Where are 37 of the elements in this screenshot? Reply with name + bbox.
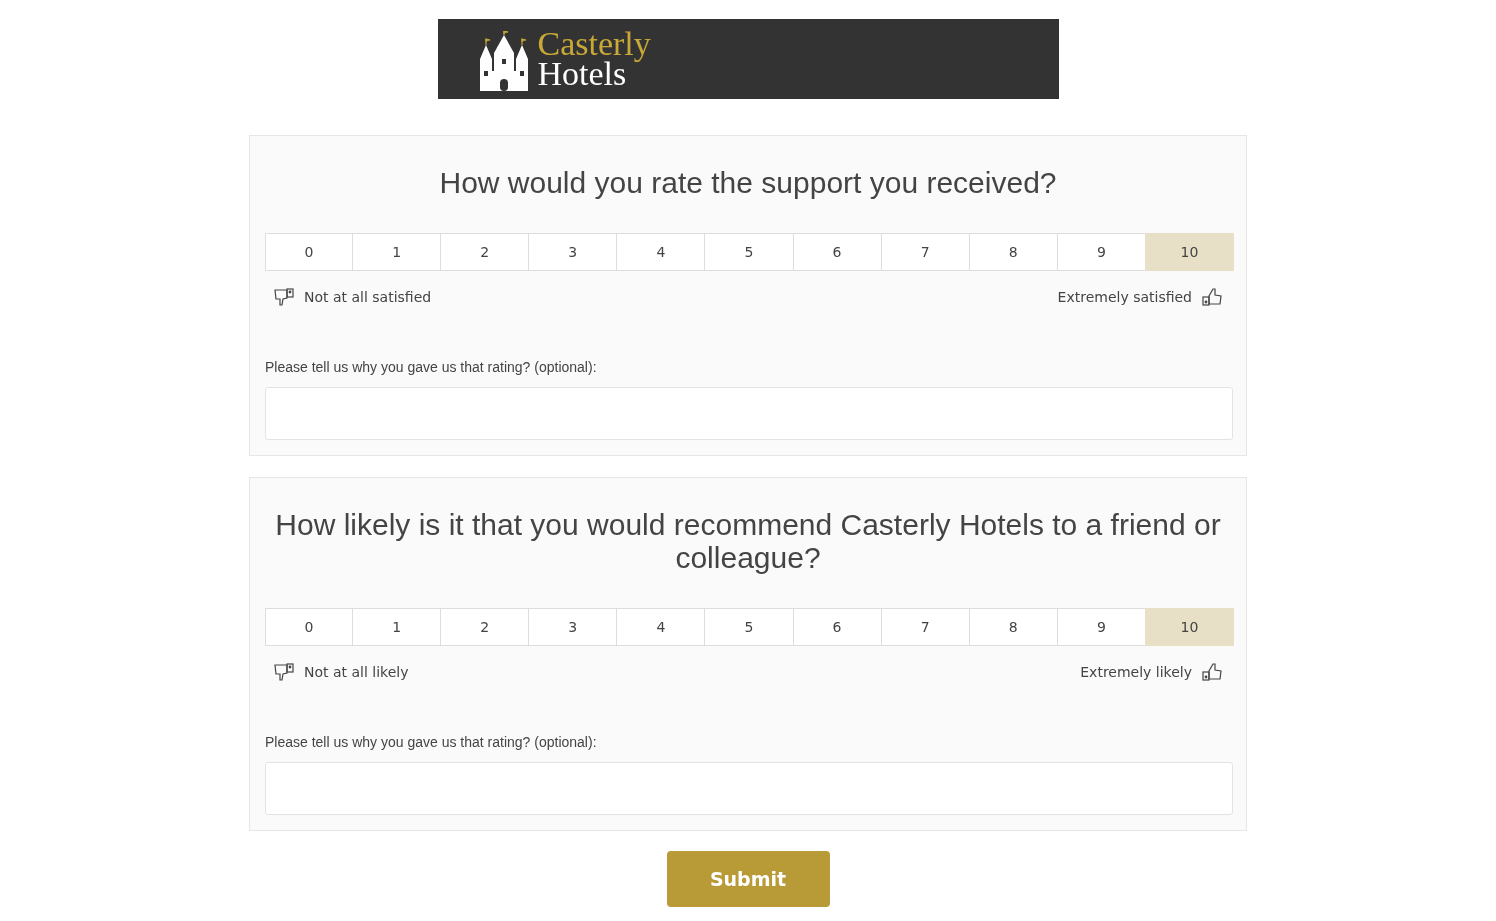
question-title: How likely is it that you would recommend Casterly Hotels to a friend or colleague? [274, 508, 1222, 574]
rating-option[interactable]: 0 [265, 233, 354, 271]
rating-option[interactable]: 9 [1056, 608, 1146, 646]
thumbs-down-icon [273, 662, 295, 682]
rating-option[interactable]: 10 [1144, 608, 1234, 646]
thumbs-up-icon [1201, 662, 1223, 682]
scale-high-label: Extremely likely [1080, 664, 1192, 680]
thumbs-down-icon [273, 287, 295, 307]
rating-option[interactable]: 2 [440, 608, 530, 646]
rating-option[interactable]: 0 [265, 608, 354, 646]
rating-option[interactable]: 6 [792, 608, 882, 646]
rating-option[interactable]: 7 [880, 233, 970, 271]
rating-option[interactable]: 3 [528, 233, 618, 271]
rating-option[interactable]: 10 [1144, 233, 1234, 271]
scale-low-label: Not at all likely [304, 664, 409, 680]
rating-option[interactable]: 2 [440, 233, 530, 271]
comment-label: Please tell us why you gave us that rating? (optional): [265, 734, 598, 750]
rating-option[interactable]: 9 [1056, 233, 1146, 271]
scale-high-label: Extremely satisfied [1057, 289, 1192, 305]
rating-option[interactable]: 8 [968, 233, 1058, 271]
comment-field[interactable] [265, 762, 1233, 815]
comment-field[interactable] [265, 387, 1233, 440]
rating-option[interactable]: 6 [792, 233, 882, 271]
rating-option[interactable]: 5 [704, 233, 794, 271]
rating-option[interactable]: 4 [616, 233, 706, 271]
comment-label: Please tell us why you gave us that rating? (optional): [265, 359, 598, 375]
rating-option[interactable]: 1 [352, 233, 442, 271]
logo-text: Hotels [537, 59, 627, 89]
scale-low-label: Not at all satisfied [304, 289, 432, 305]
rating-option[interactable]: 4 [616, 608, 706, 646]
rating-option[interactable]: 1 [352, 608, 442, 646]
rating-option[interactable]: 5 [704, 608, 794, 646]
rating-option[interactable]: 3 [528, 608, 618, 646]
rating-option[interactable]: 7 [880, 608, 970, 646]
question-title: How would you rate the support you received? [438, 166, 1058, 199]
rating-option[interactable]: 8 [968, 608, 1058, 646]
thumbs-up-icon [1201, 287, 1223, 307]
